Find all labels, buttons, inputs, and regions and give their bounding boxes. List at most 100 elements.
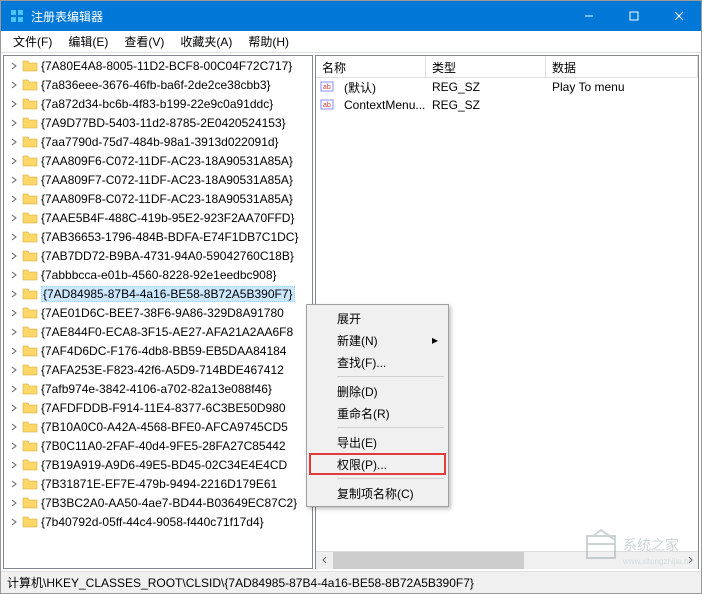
expand-icon[interactable]: [8, 174, 20, 186]
cell-type: REG_SZ: [426, 98, 546, 112]
expand-icon[interactable]: [8, 383, 20, 395]
tree-item-label: {7B31871E-EF7E-479b-9494-2216D179E61: [41, 477, 277, 491]
scroll-left-button[interactable]: [316, 552, 333, 569]
cm-export[interactable]: 导出(E): [309, 431, 446, 453]
tree-item[interactable]: {7abbbcca-e01b-4560-8228-92e1eedbc908}: [4, 265, 312, 284]
expand-icon[interactable]: [8, 459, 20, 471]
expand-icon[interactable]: [8, 231, 20, 243]
col-type[interactable]: 类型: [426, 56, 546, 77]
tree-scroll[interactable]: {7A80E4A8-8005-11D2-BCF8-00C04F72C717} {7…: [4, 56, 312, 568]
tree-item[interactable]: {7AB7DD72-B9BA-4731-94A0-59042760C18B}: [4, 246, 312, 265]
minimize-button[interactable]: [566, 1, 611, 31]
tree-item[interactable]: {7AD84985-87B4-4a16-BE58-8B72A5B390F7}: [4, 284, 312, 303]
tree-item[interactable]: {7a836eee-3676-46fb-ba6f-2de2ce38cbb3}: [4, 75, 312, 94]
tree-item[interactable]: {7B10A0C0-A42A-4568-BFE0-AFCA9745CD5: [4, 417, 312, 436]
folder-icon: [22, 268, 38, 282]
expand-icon[interactable]: [8, 326, 20, 338]
tree-item[interactable]: {7AA809F8-C072-11DF-AC23-18A90531A85A}: [4, 189, 312, 208]
menu-help[interactable]: 帮助(H): [240, 31, 297, 52]
expand-icon[interactable]: [8, 155, 20, 167]
menu-file[interactable]: 文件(F): [5, 31, 60, 52]
scroll-track[interactable]: [21, 569, 295, 570]
tree-item[interactable]: {7AB36653-1796-484B-BDFA-E74F1DB7C1DC}: [4, 227, 312, 246]
expand-icon[interactable]: [8, 193, 20, 205]
menu-favorites[interactable]: 收藏夹(A): [172, 31, 240, 52]
tree-item-label: {7B3BC2A0-AA50-4ae7-BD44-B03649EC87C2}: [41, 496, 297, 510]
expand-icon[interactable]: [8, 307, 20, 319]
string-value-icon: ab: [320, 79, 336, 95]
cm-expand[interactable]: 展开: [309, 307, 446, 329]
tree-item-label: {7afb974e-3842-4106-a702-82a13e088f46}: [41, 382, 272, 396]
expand-icon[interactable]: [8, 212, 20, 224]
tree-item[interactable]: {7AA809F6-C072-11DF-AC23-18A90531A85A}: [4, 151, 312, 170]
expand-icon[interactable]: [8, 98, 20, 110]
expand-icon[interactable]: [8, 288, 20, 300]
cm-rename[interactable]: 重命名(R): [309, 402, 446, 424]
menu-view[interactable]: 查看(V): [116, 31, 172, 52]
scroll-right-button[interactable]: [295, 569, 312, 570]
expand-icon[interactable]: [8, 136, 20, 148]
menu-edit[interactable]: 编辑(E): [60, 31, 116, 52]
tree-item[interactable]: {7AE844F0-ECA8-3F15-AE27-AFA21A2AA6F8: [4, 322, 312, 341]
expand-icon[interactable]: [8, 440, 20, 452]
scroll-left-button[interactable]: [4, 569, 21, 570]
tree-item-label: {7a836eee-3676-46fb-ba6f-2de2ce38cbb3}: [41, 78, 271, 92]
expand-icon[interactable]: [8, 79, 20, 91]
expand-icon[interactable]: [8, 516, 20, 528]
tree-item[interactable]: {7aa7790d-75d7-484b-98a1-3913d022091d}: [4, 132, 312, 151]
scroll-thumb[interactable]: [333, 552, 524, 569]
tree-item[interactable]: {7B19A919-A9D6-49E5-BD45-02C34E4E4CD: [4, 455, 312, 474]
tree-item[interactable]: {7A9D77BD-5403-11d2-8785-2E0420524153}: [4, 113, 312, 132]
cm-find[interactable]: 查找(F)...: [309, 351, 446, 373]
expand-icon[interactable]: [8, 117, 20, 129]
tree-item[interactable]: {7AA809F7-C072-11DF-AC23-18A90531A85A}: [4, 170, 312, 189]
folder-icon: [22, 97, 38, 111]
scroll-right-button[interactable]: [681, 552, 698, 569]
tree-item[interactable]: {7AFA253E-F823-42f6-A5D9-714BDE467412: [4, 360, 312, 379]
window-title: 注册表编辑器: [31, 8, 566, 25]
tree-item-label: {7A9D77BD-5403-11d2-8785-2E0420524153}: [41, 116, 286, 130]
tree-item[interactable]: {7AAE5B4F-488C-419b-95E2-923F2AA70FFD}: [4, 208, 312, 227]
tree-item[interactable]: {7AE01D6C-BEE7-38F6-9A86-329D8A91780: [4, 303, 312, 322]
expand-icon[interactable]: [8, 364, 20, 376]
cell-name: (默认): [338, 79, 426, 96]
tree-item[interactable]: {7a872d34-bc6b-4f83-b199-22e9c0a91ddc}: [4, 94, 312, 113]
col-data[interactable]: 数据: [546, 56, 698, 77]
expand-icon[interactable]: [8, 402, 20, 414]
tree-item[interactable]: {7A80E4A8-8005-11D2-BCF8-00C04F72C717}: [4, 56, 312, 75]
cell-name: ContextMenu...: [338, 98, 426, 112]
maximize-button[interactable]: [611, 1, 656, 31]
tree-item-label: {7abbbcca-e01b-4560-8228-92e1eedbc908}: [41, 268, 277, 282]
tree-item[interactable]: {7afb974e-3842-4106-a702-82a13e088f46}: [4, 379, 312, 398]
expand-icon[interactable]: [8, 345, 20, 357]
tree-item[interactable]: {7B31871E-EF7E-479b-9494-2216D179E61: [4, 474, 312, 493]
expand-icon[interactable]: [8, 60, 20, 72]
tree-item[interactable]: {7b40792d-05ff-44c4-9058-f440c71f17d4}: [4, 512, 312, 531]
expand-icon[interactable]: [8, 250, 20, 262]
folder-icon: [22, 382, 38, 396]
tree-item[interactable]: {7B0C11A0-2FAF-40d4-9FE5-28FA27C85442: [4, 436, 312, 455]
cm-delete[interactable]: 删除(D): [309, 380, 446, 402]
cm-new[interactable]: 新建(N)▸: [309, 329, 446, 351]
tree-item[interactable]: {7AFDFDDB-F914-11E4-8377-6C3BE50D980: [4, 398, 312, 417]
col-name[interactable]: 名称: [316, 56, 426, 77]
expand-icon[interactable]: [8, 421, 20, 433]
cm-copy-key-name[interactable]: 复制项名称(C): [309, 482, 446, 504]
tree-item[interactable]: {7B3BC2A0-AA50-4ae7-BD44-B03649EC87C2}: [4, 493, 312, 512]
list-scrollbar-horizontal[interactable]: [316, 551, 698, 568]
expand-icon[interactable]: [8, 269, 20, 281]
tree-scrollbar-horizontal[interactable]: [4, 568, 312, 569]
expand-icon[interactable]: [8, 497, 20, 509]
tree-item[interactable]: {7AF4D6DC-F176-4db8-BB59-EB5DAA84184: [4, 341, 312, 360]
cell-data: Play To menu: [546, 80, 698, 94]
close-button[interactable]: [656, 1, 701, 31]
cm-permissions[interactable]: 权限(P)...: [309, 453, 446, 475]
scroll-thumb[interactable]: [21, 569, 240, 570]
list-row[interactable]: ab ContextMenu...REG_SZ: [316, 96, 698, 114]
scroll-track[interactable]: [333, 552, 681, 569]
folder-icon: [22, 116, 38, 130]
list-row[interactable]: ab(默认)REG_SZPlay To menu: [316, 78, 698, 96]
tree-panel: {7A80E4A8-8005-11D2-BCF8-00C04F72C717} {7…: [3, 55, 313, 569]
expand-icon[interactable]: [8, 478, 20, 490]
svg-text:ab: ab: [323, 102, 331, 109]
